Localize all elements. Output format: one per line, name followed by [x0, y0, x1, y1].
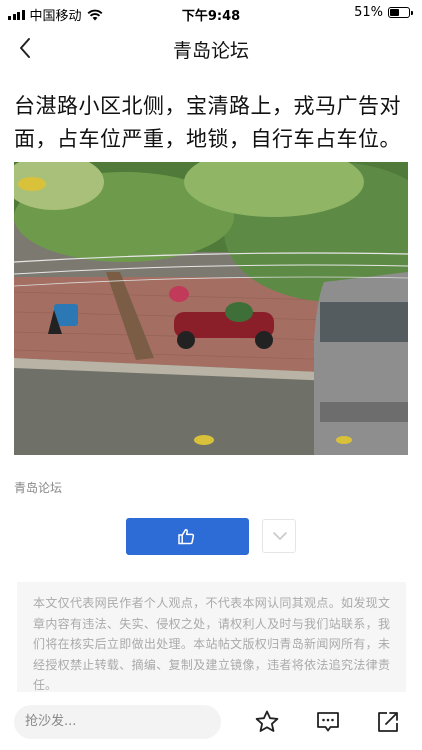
status-right: 51% [354, 5, 413, 20]
more-button[interactable] [262, 519, 296, 553]
thumbs-up-icon [178, 528, 195, 545]
comment-icon [317, 712, 339, 732]
favorite-button[interactable] [254, 709, 280, 735]
comment-input[interactable]: 抢沙发... [14, 705, 221, 739]
share-icon [378, 712, 398, 732]
share-button[interactable] [375, 709, 401, 735]
disclaimer-text: 本文仅代表网民作者个人观点，不代表本网认同其观点。如发现文章内容有违法、失实、侵… [17, 582, 406, 692]
street-photo-image [14, 162, 408, 455]
chevron-down-icon [273, 532, 287, 540]
battery-icon [388, 7, 413, 18]
article-title: 台湛路小区北侧，宝清路上，戎马广告对面，占车位严重，地锁，自行车占车位。 [14, 94, 401, 151]
comment-button[interactable] [315, 709, 341, 735]
star-icon [255, 710, 279, 732]
page-title: 青岛论坛 [172, 40, 249, 62]
article-photo[interactable] [14, 162, 408, 455]
like-button[interactable] [126, 518, 249, 555]
nav-bar: 青岛论坛 [0, 28, 422, 68]
article-source: 青岛论坛 [14, 481, 63, 495]
battery-percent: 51% [354, 5, 383, 20]
status-bar: 中国移动 下午9:48 51% [0, 0, 422, 26]
